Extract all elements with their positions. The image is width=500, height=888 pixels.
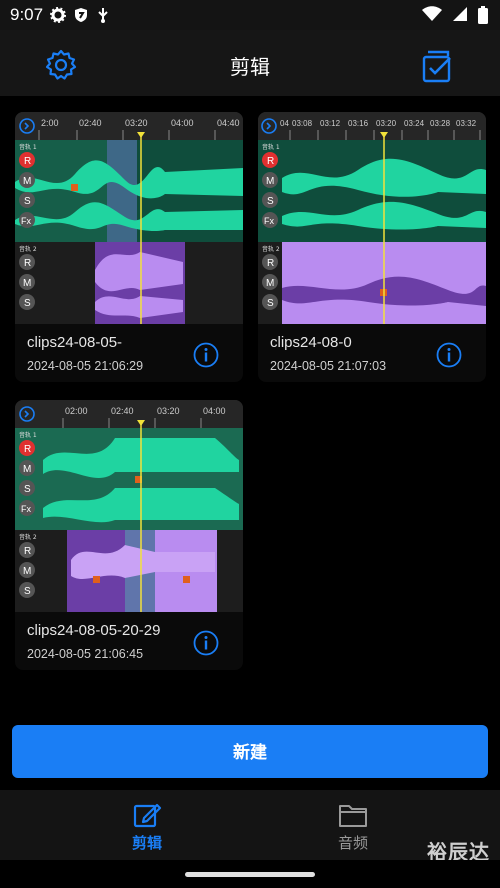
svg-text:M: M (23, 278, 31, 289)
svg-text:Fx: Fx (21, 504, 31, 514)
info-icon (436, 342, 462, 368)
timeline-label: 03:28 (430, 119, 451, 128)
svg-text:M: M (266, 278, 274, 289)
info-button[interactable] (193, 342, 219, 368)
info-icon (193, 342, 219, 368)
timeline-label: 03:24 (404, 119, 425, 128)
timeline-label: 03:20 (157, 406, 180, 416)
info-icon (193, 630, 219, 656)
track-label: 音轨 1 (19, 431, 37, 439)
info-button[interactable] (193, 630, 219, 656)
project-title: clips24-08-05- (27, 334, 123, 351)
project-thumbnail: 02:00 02:40 03:20 04:00 音轨 1 R M S Fx 音轨… (15, 400, 243, 612)
fx-label: Fx (21, 216, 31, 226)
svg-text:M: M (23, 566, 31, 577)
timeline-label: 04:00 (171, 118, 194, 128)
timeline-label: 2:00 (41, 118, 59, 128)
svg-text:S: S (267, 298, 274, 309)
svg-text:S: S (24, 298, 31, 309)
signal-icon (453, 7, 467, 21)
header: 剪辑 (0, 30, 500, 96)
track-label: 音轨 2 (19, 245, 37, 253)
svg-text:R: R (24, 546, 31, 557)
timeline-label: 04:40 (217, 118, 240, 128)
svg-text:R: R (267, 258, 274, 269)
gesture-handle[interactable] (185, 872, 315, 877)
project-card[interactable]: 04 03:08 03:12 03:16 03:20 03:24 03:28 0… (258, 112, 486, 382)
svg-text:Fx: Fx (264, 216, 274, 226)
multi-select-icon (422, 50, 451, 83)
status-time: 9:07 (10, 5, 44, 24)
gesture-area (0, 860, 500, 888)
battery-icon (478, 6, 488, 24)
timeline-label: 03:20 (125, 118, 148, 128)
timeline-label: 02:00 (65, 406, 88, 416)
bottom-nav: 剪辑 音频 (0, 790, 500, 860)
svg-text:R: R (24, 258, 31, 269)
svg-text:M: M (23, 464, 31, 475)
project-thumbnail: 04 03:08 03:12 03:16 03:20 03:24 03:28 0… (258, 112, 486, 324)
record-label: R (24, 156, 31, 167)
timeline-label: 04 (280, 119, 289, 128)
svg-text:S: S (267, 196, 274, 207)
svg-text:R: R (267, 156, 274, 167)
timeline-label: 03:08 (292, 119, 313, 128)
timeline-label: 03:32 (456, 119, 477, 128)
svg-text:S: S (24, 586, 31, 597)
project-card[interactable]: 02:00 02:40 03:20 04:00 音轨 1 R M S Fx 音轨… (15, 400, 243, 670)
track-label: 音轨 2 (262, 245, 280, 253)
track-label: 音轨 1 (19, 143, 37, 151)
mute-label: M (23, 176, 31, 187)
usb-icon (98, 8, 108, 23)
folder-icon (339, 805, 367, 827)
timeline-label: 03:16 (348, 119, 369, 128)
multi-select-button[interactable] (420, 48, 456, 84)
wifi-icon (422, 6, 442, 21)
timeline-label: 03:12 (320, 119, 341, 128)
project-title: clips24-08-05-20-29 (27, 622, 161, 639)
timeline-label: 04:00 (203, 406, 226, 416)
svg-text:R: R (24, 444, 31, 455)
svg-text:M: M (266, 176, 274, 187)
edit-icon (133, 803, 162, 828)
project-thumbnail: 2:00 02:40 03:20 04:00 04:40 音轨 1 R M S … (15, 112, 243, 324)
project-card[interactable]: 2:00 02:40 03:20 04:00 04:40 音轨 1 R M S … (15, 112, 243, 382)
project-title: clips24-08-0 (270, 334, 352, 351)
timeline-label: 03:20 (376, 119, 397, 128)
solo-label: S (24, 196, 31, 207)
svg-text:S: S (24, 484, 31, 495)
timeline-label: 02:40 (79, 118, 102, 128)
track-label: 音轨 2 (19, 533, 37, 541)
new-project-button[interactable]: 新建 (12, 725, 488, 778)
shield-icon (75, 8, 87, 22)
project-date: 2024-08-05 21:06:45 (27, 647, 144, 661)
project-date: 2024-08-05 21:07:03 (270, 359, 387, 373)
project-date: 2024-08-05 21:06:29 (27, 359, 144, 373)
track-label: 音轨 1 (262, 143, 280, 151)
gear-icon (50, 7, 66, 23)
info-button[interactable] (436, 342, 462, 368)
status-bar: 9:07 (0, 0, 500, 30)
timeline-label: 02:40 (111, 406, 134, 416)
